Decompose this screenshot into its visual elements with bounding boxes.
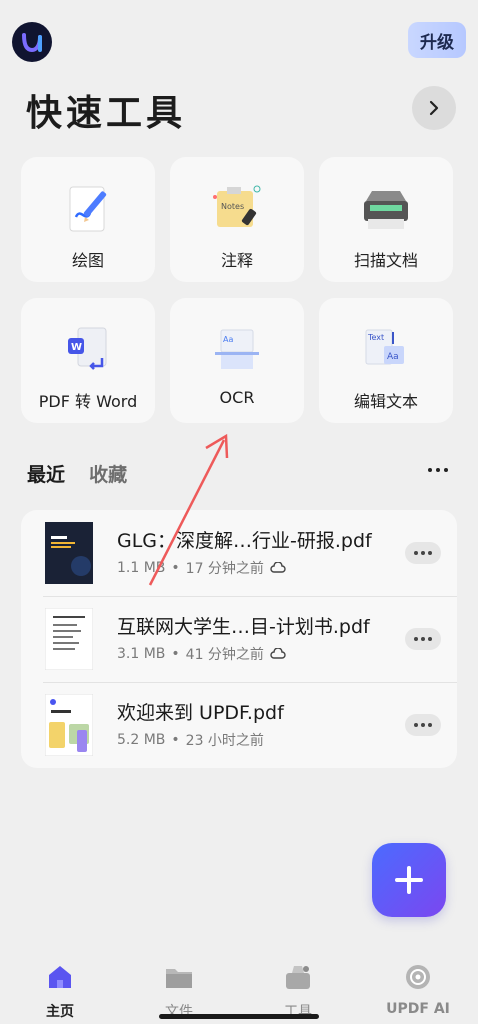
add-button[interactable] <box>372 843 446 917</box>
home-indicator <box>159 1014 319 1019</box>
nav-home[interactable]: 主页 <box>10 955 110 1021</box>
home-icon <box>49 966 71 988</box>
toolbox-icon <box>286 966 310 989</box>
plus-icon <box>395 866 423 894</box>
nav-updf-ai[interactable]: UPDF AI <box>368 955 468 1017</box>
nav-files[interactable]: 文件 <box>129 955 229 1021</box>
ai-icon <box>406 965 430 989</box>
nav-label: UPDF AI <box>386 1001 450 1017</box>
nav-tools[interactable]: 工具 <box>248 955 348 1021</box>
folder-icon <box>166 969 192 988</box>
nav-label: 主页 <box>46 1004 74 1020</box>
